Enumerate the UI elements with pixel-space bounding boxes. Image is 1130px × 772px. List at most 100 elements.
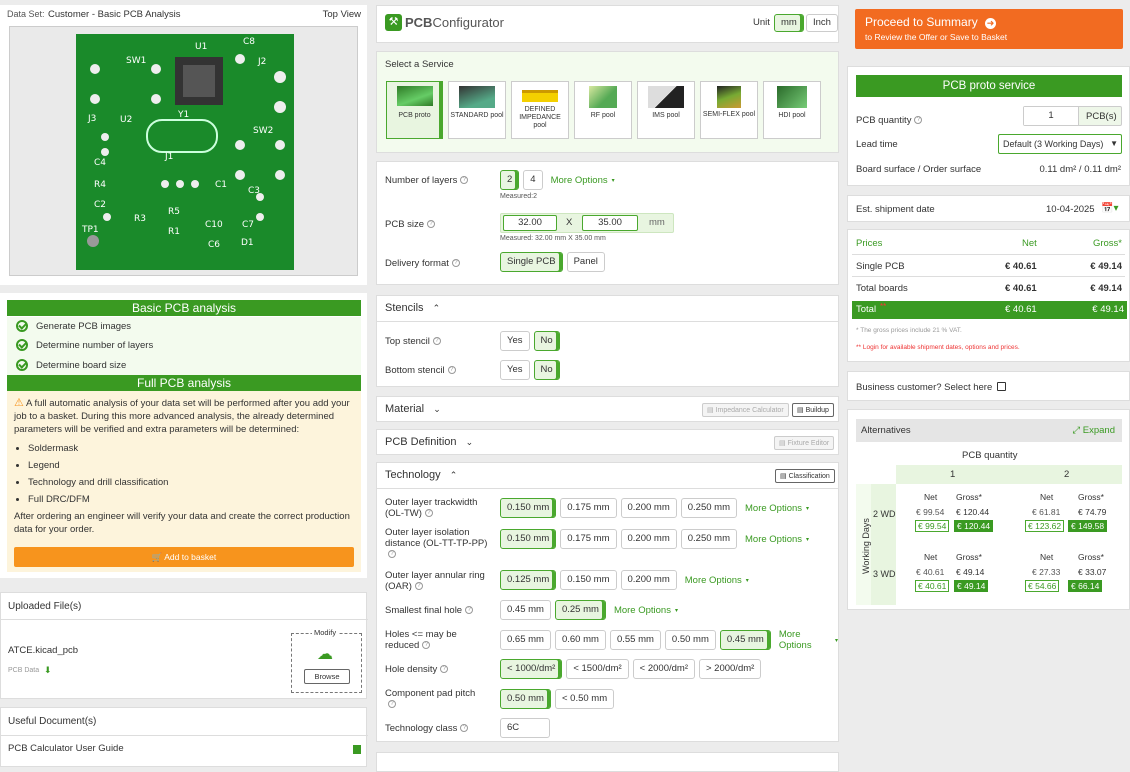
list-item: Technology and drill classification bbox=[28, 474, 354, 491]
buildup-button[interactable]: ▤ Buildup bbox=[792, 403, 834, 417]
help-icon[interactable]: ? bbox=[427, 220, 436, 229]
hole-density-option[interactable]: > 2000/dm² bbox=[698, 659, 762, 679]
document-icon[interactable] bbox=[353, 745, 361, 754]
service-semi-flex-pool[interactable]: SEMI-FLEX pool bbox=[700, 81, 758, 139]
annular-ring-option[interactable]: 0.150 mm bbox=[560, 570, 617, 590]
service-pcb-proto[interactable]: PCB proto bbox=[386, 81, 443, 139]
business-checkbox[interactable] bbox=[997, 382, 1006, 391]
service-hdi-pool[interactable]: HDI pool bbox=[763, 81, 821, 139]
price-row-net: € 40.61 bbox=[1005, 283, 1037, 294]
modify-dropzone[interactable]: Modify ☁ Browse bbox=[291, 628, 362, 693]
ims-pool-icon bbox=[648, 86, 684, 108]
help-icon[interactable]: ? bbox=[424, 509, 433, 518]
hole-reduce-option[interactable]: 0.60 mm bbox=[554, 630, 606, 650]
expand-link[interactable]: ⤢ Expand bbox=[1073, 425, 1115, 436]
help-icon[interactable]: ? bbox=[465, 606, 474, 615]
top-stencil-no[interactable]: No bbox=[533, 331, 560, 351]
isolation-option[interactable]: 0.175 mm bbox=[560, 529, 617, 549]
layers-2-button[interactable]: 2 bbox=[500, 170, 520, 190]
service-defined-impedance-pool[interactable]: DEFINED IMPEDANCE pool bbox=[511, 81, 569, 139]
configurator-header: ⚒ PCB Configurator Unit mm Inch bbox=[376, 5, 839, 43]
more-options-link[interactable]: More Options bbox=[614, 605, 671, 616]
annular-ring-option[interactable]: 0.200 mm bbox=[620, 570, 677, 590]
ship-date: 10-04-2025 bbox=[1046, 204, 1095, 215]
add-to-basket-button[interactable]: 🛒 Add to basket bbox=[14, 547, 354, 567]
service-ims-pool[interactable]: IMS pool bbox=[637, 81, 695, 139]
more-options-link[interactable]: More Options bbox=[685, 575, 742, 586]
help-icon[interactable]: ? bbox=[414, 582, 423, 591]
isolation-option[interactable]: 0.150 mm bbox=[500, 529, 557, 549]
material-title[interactable]: Material ⌄ bbox=[385, 403, 441, 415]
help-icon[interactable]: ? bbox=[440, 665, 449, 674]
more-options-link[interactable]: More Options bbox=[745, 534, 802, 545]
bottom-stencil-no[interactable]: No bbox=[533, 360, 560, 380]
help-icon[interactable]: ? bbox=[460, 176, 469, 185]
bottom-stencil-yes[interactable]: Yes bbox=[500, 360, 530, 380]
size-y-input[interactable]: 35.00 bbox=[582, 215, 638, 231]
standard-pool-icon bbox=[459, 86, 495, 108]
hole-density-option[interactable]: < 1500/dm² bbox=[566, 659, 629, 679]
hole-reduce-option[interactable]: 0.45 mm bbox=[719, 630, 771, 650]
trackwidth-option[interactable]: 0.150 mm bbox=[500, 498, 557, 518]
size-x-input[interactable]: 32.00 bbox=[503, 215, 557, 231]
full-analysis-list: Soldermask Legend Technology and drill c… bbox=[28, 440, 354, 508]
unit-inch-button[interactable]: Inch bbox=[806, 14, 838, 32]
hole-density-option[interactable]: < 2000/dm² bbox=[632, 659, 695, 679]
help-icon[interactable]: ? bbox=[432, 337, 441, 346]
delivery-panel-button[interactable]: Panel bbox=[566, 252, 605, 272]
view-selector[interactable]: Top View bbox=[323, 9, 361, 20]
full-analysis-title: Full PCB analysis bbox=[7, 375, 361, 391]
browse-button[interactable]: Browse bbox=[304, 669, 350, 684]
hole-density-option[interactable]: < 1000/dm² bbox=[500, 659, 563, 679]
qty-input[interactable]: 1 bbox=[1024, 107, 1079, 125]
classification-button[interactable]: ▤ Classification bbox=[775, 469, 835, 483]
delivery-single-pcb-button[interactable]: Single PCB bbox=[500, 252, 563, 272]
isolation-option[interactable]: 0.250 mm bbox=[680, 529, 737, 549]
layers-4-button[interactable]: 4 bbox=[523, 170, 543, 190]
more-options-link[interactable]: More Options bbox=[779, 629, 831, 651]
help-icon[interactable]: ? bbox=[460, 724, 469, 733]
document-link[interactable]: PCB Calculator User Guide bbox=[8, 743, 124, 754]
calendar-icon[interactable]: 📅▾ bbox=[1101, 203, 1118, 214]
unit-label: Unit bbox=[753, 17, 770, 28]
help-icon[interactable]: ? bbox=[451, 259, 460, 268]
trackwidth-option[interactable]: 0.250 mm bbox=[680, 498, 737, 518]
unit-mm-button[interactable]: mm bbox=[774, 14, 804, 32]
trackwidth-option[interactable]: 0.200 mm bbox=[620, 498, 677, 518]
annular-ring-option[interactable]: 0.125 mm bbox=[500, 570, 557, 590]
help-icon[interactable]: ? bbox=[388, 550, 396, 559]
basic-analysis-list: Generate PCB images Determine number of … bbox=[7, 317, 361, 375]
download-icon[interactable]: ⬇ bbox=[44, 665, 52, 676]
price-row-gross: € 49.14 bbox=[1090, 283, 1122, 294]
isolation-option[interactable]: 0.200 mm bbox=[620, 529, 677, 549]
check-icon bbox=[16, 339, 28, 352]
material-panel: Material ⌄ ▤ Impedance Calculator ▤ Buil… bbox=[376, 396, 839, 422]
more-options-link[interactable]: More Options bbox=[745, 503, 802, 514]
hole-reduce-option[interactable]: 0.65 mm bbox=[500, 630, 551, 650]
more-options-link[interactable]: More Options bbox=[551, 175, 608, 186]
help-icon[interactable]: ? bbox=[914, 116, 923, 125]
help-icon[interactable]: ? bbox=[422, 641, 431, 650]
pad-pitch-option[interactable]: < 0.50 mm bbox=[554, 689, 615, 709]
basket-icon: 🛒 bbox=[151, 552, 163, 562]
service-rf-pool[interactable]: RF pool bbox=[574, 81, 632, 139]
impedance-calculator-button[interactable]: ▤ Impedance Calculator bbox=[702, 403, 789, 417]
trackwidth-option[interactable]: 0.175 mm bbox=[560, 498, 617, 518]
pad-pitch-label: Component pad pitch? bbox=[385, 688, 476, 709]
pcb-label: C7 bbox=[242, 220, 254, 230]
stencils-title[interactable]: Stencils ⌃ bbox=[385, 302, 440, 314]
top-stencil-yes[interactable]: Yes bbox=[500, 331, 530, 351]
smallest-hole-option[interactable]: 0.25 mm bbox=[554, 600, 606, 620]
pcb-definition-title[interactable]: PCB Definition ⌄ bbox=[385, 436, 473, 448]
pad-pitch-option[interactable]: 0.50 mm bbox=[500, 689, 551, 709]
hole-reduce-option[interactable]: 0.50 mm bbox=[664, 630, 716, 650]
help-icon[interactable]: ? bbox=[388, 700, 396, 709]
hole-reduce-option[interactable]: 0.55 mm bbox=[609, 630, 661, 650]
lead-time-select[interactable]: Default (3 Working Days) ▼ bbox=[998, 134, 1122, 154]
smallest-hole-option[interactable]: 0.45 mm bbox=[500, 600, 551, 620]
service-standard-pool[interactable]: STANDARD pool bbox=[448, 81, 506, 139]
help-icon[interactable]: ? bbox=[447, 366, 456, 375]
technology-title[interactable]: Technology ⌃ bbox=[385, 469, 457, 481]
fixture-editor-button[interactable]: ▤ Fixture Editor bbox=[774, 436, 835, 450]
proceed-to-summary-button[interactable]: Proceed to Summary ➜ to Review the Offer… bbox=[855, 9, 1123, 49]
